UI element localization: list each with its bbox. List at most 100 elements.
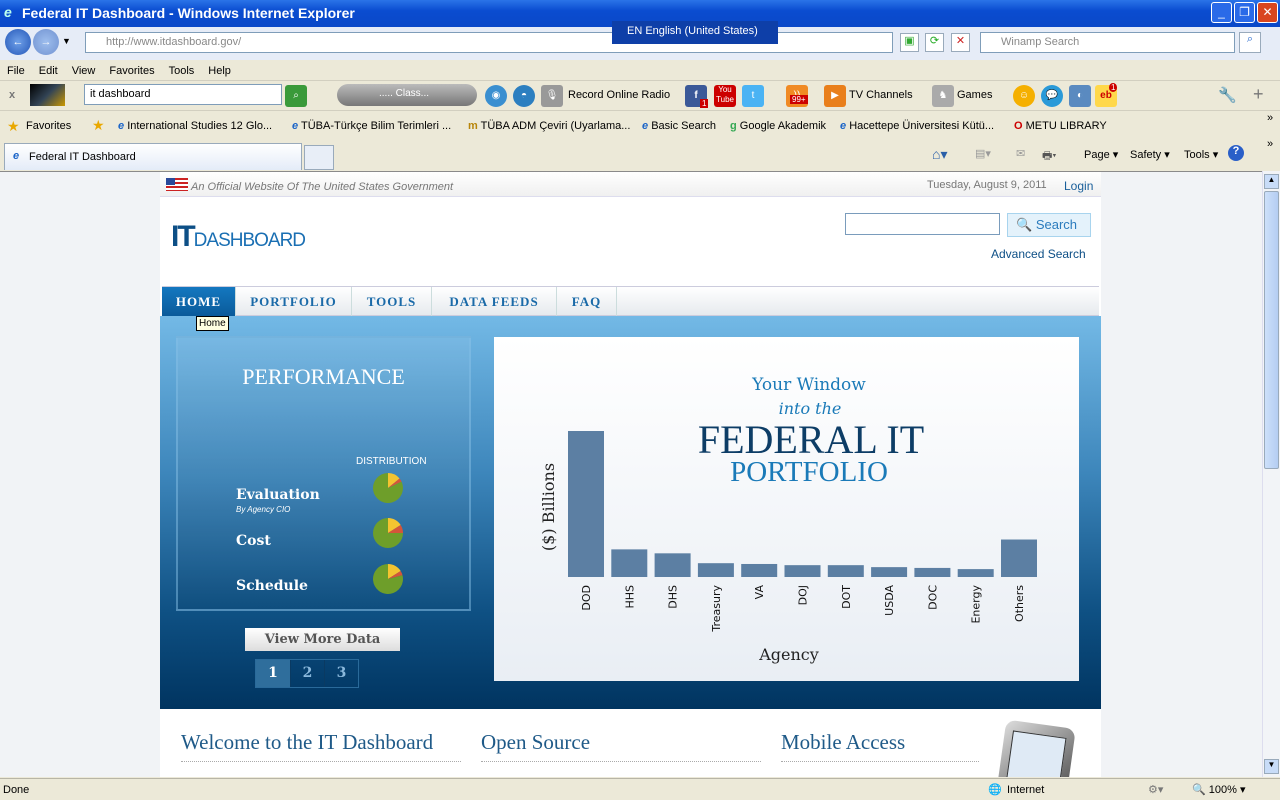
menu-favorites[interactable]: Favorites: [109, 65, 154, 77]
add-favorite-icon[interactable]: ★: [92, 117, 105, 134]
compat-view-icon[interactable]: ▣: [900, 33, 919, 52]
bar-dod[interactable]: [568, 431, 604, 577]
page-menu[interactable]: Page ▾: [1084, 148, 1118, 161]
tools-menu-label: Tools: [1184, 149, 1210, 161]
menu-tools[interactable]: Tools: [169, 65, 195, 77]
bar-dot[interactable]: [827, 565, 864, 577]
read-mail-icon[interactable]: ✉: [1016, 147, 1025, 160]
rss-badge: 99+: [790, 95, 808, 104]
cost-label[interactable]: Cost: [236, 533, 271, 549]
nav-home[interactable]: HOME: [162, 287, 236, 316]
scroll-up-icon[interactable]: ▲: [1264, 174, 1279, 189]
bar-treasury[interactable]: [697, 563, 734, 577]
favorite-link[interactable]: m TÜBA ADM Çeviri (Uyarlama...: [468, 120, 630, 132]
bar-doj[interactable]: [784, 565, 821, 577]
back-button[interactable]: ←: [5, 29, 31, 55]
agency-spending-chart[interactable]: Your Window into the FEDERAL IT PORTFOLI…: [494, 337, 1079, 681]
games-label[interactable]: Games: [957, 89, 992, 101]
site-search-input[interactable]: [845, 213, 1000, 235]
status-text: Done: [3, 784, 30, 796]
bar-hhs[interactable]: [611, 549, 648, 577]
scroll-thumb[interactable]: [1264, 191, 1279, 469]
login-link[interactable]: Login: [1064, 179, 1093, 193]
favorite-link[interactable]: g Google Akademik: [730, 120, 826, 132]
smiley-icon[interactable]: ☺: [1013, 85, 1035, 107]
radio-icon[interactable]: ◉: [485, 85, 507, 107]
tab-federal-it-dashboard[interactable]: e Federal IT Dashboard: [4, 143, 302, 170]
print-icon[interactable]: 🖶▾: [1042, 147, 1056, 166]
nav-portfolio[interactable]: PORTFOLIO: [236, 287, 352, 316]
nav-data-feeds[interactable]: DATA FEEDS: [432, 287, 557, 316]
favorites-button[interactable]: Favorites: [26, 120, 71, 132]
favorite-label: Google Akademik: [739, 120, 827, 132]
it-dashboard-logo[interactable]: ITDASHBOARD: [171, 220, 306, 254]
help-icon[interactable]: ?: [1228, 145, 1244, 161]
evaluation-label[interactable]: Evaluation: [236, 487, 320, 503]
protected-mode-icon[interactable]: ⚙▾: [1148, 783, 1163, 796]
more-favorites-icon[interactable]: »: [1267, 112, 1273, 124]
nav-faq[interactable]: FAQ: [557, 287, 617, 316]
add-icon[interactable]: +: [1253, 84, 1264, 105]
record-radio-label[interactable]: Record Online Radio: [568, 89, 670, 101]
bar-va[interactable]: [741, 563, 778, 577]
bar-usda[interactable]: [871, 567, 908, 577]
page-2-button[interactable]: 2: [290, 660, 324, 687]
twitter-icon[interactable]: t: [742, 85, 764, 107]
youtube-icon[interactable]: You Tube: [714, 85, 736, 107]
safety-menu[interactable]: Safety ▾: [1130, 148, 1170, 161]
weather-icon[interactable]: ◐: [1069, 85, 1091, 107]
search-input[interactable]: Winamp Search: [980, 32, 1235, 53]
view-more-data-button[interactable]: View More Data: [245, 628, 400, 651]
nav-tools[interactable]: TOOLS: [352, 287, 432, 316]
tools-menu[interactable]: Tools ▾: [1184, 148, 1218, 161]
close-toolbar-icon[interactable]: x: [9, 89, 15, 101]
language-bar[interactable]: EN English (United States): [612, 21, 778, 44]
wrench-icon[interactable]: 🔧: [1218, 86, 1237, 104]
winamp-logo-icon[interactable]: [30, 84, 65, 106]
chat-icon[interactable]: 💬: [1041, 85, 1063, 107]
bar-energy[interactable]: [957, 569, 994, 577]
favorite-label: TÜBA ADM Çeviri (Uyarlama...: [480, 120, 631, 132]
favorite-link[interactable]: e Hacettepe Üniversitesi Kütü...: [840, 120, 994, 132]
player-controls[interactable]: ..... Class...: [337, 84, 477, 106]
toolbar-search-input[interactable]: it dashboard: [84, 84, 282, 105]
menu-help[interactable]: Help: [208, 65, 231, 77]
menu-file[interactable]: File: [7, 65, 25, 77]
favorite-link[interactable]: e International Studies 12 Glo...: [118, 120, 272, 132]
globe-icon[interactable]: ◓: [513, 85, 535, 107]
home-icon[interactable]: ⌂▾: [932, 146, 947, 163]
bar-doc[interactable]: [914, 567, 951, 577]
maximize-button[interactable]: ❐: [1234, 2, 1255, 23]
microphone-icon[interactable]: 🎙: [541, 85, 563, 107]
distribution-pies[interactable]: [368, 468, 408, 608]
bar-others[interactable]: [1001, 539, 1037, 577]
games-icon[interactable]: ♞: [932, 85, 954, 107]
forward-button[interactable]: →: [33, 29, 59, 55]
page-1-button[interactable]: 1: [256, 660, 290, 687]
favorite-link[interactable]: e Basic Search: [642, 120, 716, 132]
favorite-link[interactable]: e TÜBA-Türkçe Bilim Terimleri ...: [292, 120, 451, 132]
feeds-icon[interactable]: ▤▾: [975, 147, 991, 160]
more-commands-icon[interactable]: »: [1267, 138, 1273, 150]
menu-view[interactable]: View: [72, 65, 96, 77]
new-tab-button[interactable]: [304, 145, 334, 170]
schedule-label[interactable]: Schedule: [236, 578, 308, 594]
bar-dhs[interactable]: [654, 553, 691, 577]
search-go-icon[interactable]: ⌕: [1239, 32, 1261, 53]
toolbar-search-icon[interactable]: ⌕: [285, 85, 307, 107]
recent-pages-dropdown[interactable]: ▼: [62, 36, 71, 46]
stop-icon[interactable]: ✕: [951, 33, 970, 52]
zoom-control[interactable]: 🔍 100% ▾: [1192, 783, 1245, 796]
close-button[interactable]: ✕: [1257, 2, 1278, 23]
page-3-button[interactable]: 3: [324, 660, 358, 687]
tv-icon[interactable]: ▶: [824, 85, 846, 107]
site-search-button[interactable]: 🔍 Search: [1007, 213, 1091, 237]
advanced-search-link[interactable]: Advanced Search: [991, 247, 1086, 261]
minimize-button[interactable]: _: [1211, 2, 1232, 23]
tv-channels-label[interactable]: TV Channels: [849, 89, 913, 101]
favorite-link[interactable]: O METU LIBRARY: [1014, 120, 1107, 132]
vertical-scrollbar[interactable]: ▲ ▼: [1262, 171, 1280, 777]
refresh-icon[interactable]: ⟳: [925, 33, 944, 52]
menu-edit[interactable]: Edit: [39, 65, 58, 77]
scroll-down-icon[interactable]: ▼: [1264, 759, 1279, 774]
